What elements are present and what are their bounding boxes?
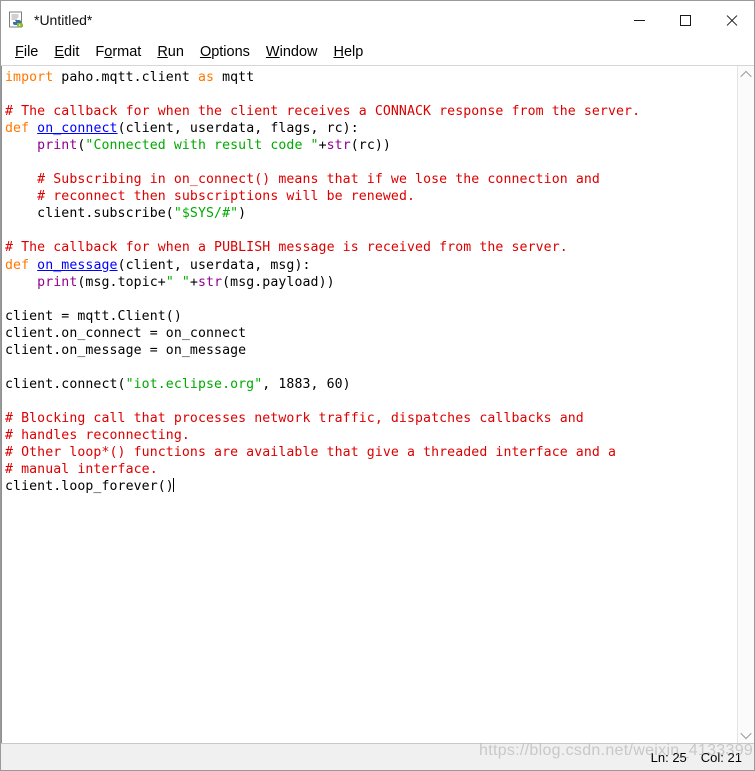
- code-content: import paho.mqtt.client as mqtt # The ca…: [5, 70, 641, 495]
- idle-editor-window: *Untitled* File Edit Format Run Options …: [0, 0, 755, 771]
- menu-item-file[interactable]: File: [7, 43, 46, 62]
- maximize-button[interactable]: [662, 1, 708, 39]
- minimize-button[interactable]: [616, 1, 662, 39]
- menu-item-edit[interactable]: Edit: [46, 43, 87, 62]
- menu-item-options[interactable]: Options: [192, 43, 258, 62]
- window-controls: [616, 1, 754, 39]
- status-line-number: Ln: 25: [650, 749, 687, 765]
- menu-bar: File Edit Format Run Options Window Help: [1, 39, 754, 66]
- text-caret: [173, 478, 175, 493]
- chevron-down-icon: [740, 727, 752, 739]
- scroll-down-button[interactable]: [738, 726, 755, 743]
- menu-item-help[interactable]: Help: [326, 43, 372, 62]
- close-icon: [725, 14, 738, 27]
- maximize-icon: [679, 14, 691, 26]
- editor-area: import paho.mqtt.client as mqtt # The ca…: [1, 66, 754, 743]
- scroll-up-button[interactable]: [738, 66, 755, 83]
- menu-item-window[interactable]: Window: [258, 43, 326, 62]
- window-title: *Untitled*: [34, 12, 93, 28]
- code-editor[interactable]: import paho.mqtt.client as mqtt # The ca…: [1, 66, 737, 743]
- python-idle-document-icon: [8, 11, 26, 29]
- title-bar: *Untitled*: [1, 1, 754, 39]
- minimize-icon: [633, 19, 645, 21]
- status-bar: Ln: 25 Col: 21: [1, 743, 754, 770]
- menu-item-format[interactable]: Format: [87, 43, 149, 62]
- title-bar-left: *Untitled*: [1, 11, 92, 29]
- scrollbar-track[interactable]: [738, 83, 755, 726]
- status-column-number: Col: 21: [700, 749, 742, 765]
- close-button[interactable]: [708, 1, 754, 39]
- vertical-scrollbar[interactable]: [737, 66, 754, 743]
- chevron-up-icon: [740, 70, 752, 82]
- menu-item-run[interactable]: Run: [149, 43, 192, 62]
